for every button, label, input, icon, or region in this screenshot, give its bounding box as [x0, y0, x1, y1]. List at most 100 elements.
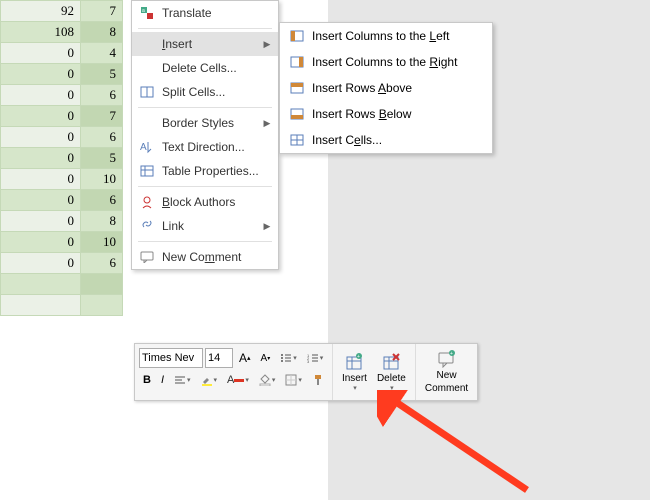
menu-label: Delete Cells...	[162, 61, 272, 75]
submenu-cols-right[interactable]: Insert Columns to the Right	[280, 49, 492, 75]
align-button[interactable]: ▾	[170, 373, 195, 387]
highlight-button[interactable]: ▾	[197, 372, 222, 388]
cell[interactable]: 0	[1, 64, 81, 85]
table-row[interactable]: 1088	[1, 22, 123, 43]
cell[interactable]: 0	[1, 106, 81, 127]
cell[interactable]: 5	[81, 64, 123, 85]
cell[interactable]	[81, 295, 123, 316]
table-row[interactable]: 927	[1, 1, 123, 22]
new-comment-icon: +	[438, 350, 456, 368]
cell[interactable]: 0	[1, 211, 81, 232]
submenu-rows-below[interactable]: Insert Rows Below	[280, 101, 492, 127]
cell[interactable]: 0	[1, 127, 81, 148]
separator	[138, 241, 272, 242]
menu-delete-cells[interactable]: Delete Cells...	[132, 56, 278, 80]
svg-text:a: a	[142, 8, 145, 14]
submenu-arrow-icon: ▶	[262, 39, 272, 50]
mini-toolbar: A▴ A▾ ▾ 123▾ B I ▾ ▾ A▾ ▾ ▾ + Insert ▾ D…	[134, 343, 478, 401]
cell[interactable]: 0	[1, 43, 81, 64]
menu-label: Border Styles	[162, 116, 262, 130]
table-row[interactable]	[1, 295, 123, 316]
data-table[interactable]: 9271088040506070605010060801006	[0, 0, 123, 316]
cell[interactable]: 5	[81, 148, 123, 169]
toolbar-new-comment-button[interactable]: + New Comment	[420, 347, 473, 397]
cell[interactable]: 6	[81, 85, 123, 106]
menu-table-properties[interactable]: Table Properties...	[132, 159, 278, 183]
shading-button[interactable]: ▾	[255, 372, 280, 388]
table-row[interactable]: 06	[1, 253, 123, 274]
cell[interactable]: 4	[81, 43, 123, 64]
font-select[interactable]	[139, 348, 203, 368]
block-authors-icon	[138, 194, 156, 210]
cell[interactable]	[1, 274, 81, 295]
button-label: Comment	[425, 383, 468, 394]
button-label: New	[437, 370, 457, 381]
menu-block-authors[interactable]: Block Authors	[132, 190, 278, 214]
menu-label: Insert	[162, 37, 262, 51]
cell[interactable]	[81, 274, 123, 295]
cell[interactable]: 0	[1, 169, 81, 190]
cell[interactable]: 8	[81, 211, 123, 232]
table-row[interactable]: 06	[1, 85, 123, 106]
cell[interactable]: 6	[81, 127, 123, 148]
blank-icon	[138, 115, 156, 131]
table-row[interactable]: 05	[1, 64, 123, 85]
bullets-button[interactable]: ▾	[276, 351, 301, 365]
insert-cols-left-icon	[288, 28, 306, 44]
dropdown-icon: ▾	[390, 384, 394, 392]
button-label: Delete	[377, 373, 406, 384]
menu-translate[interactable]: a Translate	[132, 1, 278, 25]
cell[interactable]: 0	[1, 85, 81, 106]
grow-font-button[interactable]: A▴	[235, 349, 255, 367]
menu-link[interactable]: Link ▶	[132, 214, 278, 238]
menu-border-styles[interactable]: Border Styles ▶	[132, 111, 278, 135]
cell[interactable]: 10	[81, 232, 123, 253]
context-menu: a Translate Insert ▶ Delete Cells... Spl…	[131, 0, 279, 270]
font-color-button[interactable]: A▾	[223, 372, 253, 388]
table-row[interactable]: 010	[1, 169, 123, 190]
text-direction-icon: A	[138, 139, 156, 155]
table-row[interactable]: 04	[1, 43, 123, 64]
table-row[interactable]: 06	[1, 127, 123, 148]
delete-icon	[382, 353, 400, 371]
menu-new-comment[interactable]: New Comment	[132, 245, 278, 269]
translate-icon: a	[138, 5, 156, 21]
table-row[interactable]: 08	[1, 211, 123, 232]
svg-text:A: A	[140, 142, 147, 153]
menu-text-direction[interactable]: A Text Direction...	[132, 135, 278, 159]
cell[interactable]: 6	[81, 253, 123, 274]
cell[interactable]	[1, 295, 81, 316]
menu-insert[interactable]: Insert ▶	[132, 32, 278, 56]
menu-label: Split Cells...	[162, 85, 272, 99]
numbering-button[interactable]: 123▾	[303, 351, 328, 365]
submenu-rows-above[interactable]: Insert Rows Above	[280, 75, 492, 101]
cell[interactable]: 92	[1, 1, 81, 22]
table-row[interactable]: 05	[1, 148, 123, 169]
italic-button[interactable]: I	[157, 372, 168, 388]
shrink-font-button[interactable]: A▾	[257, 351, 275, 366]
borders-button[interactable]: ▾	[281, 372, 306, 388]
cell[interactable]: 6	[81, 190, 123, 211]
submenu-insert-cells[interactable]: Insert Cells...	[280, 127, 492, 153]
cell[interactable]: 0	[1, 253, 81, 274]
toolbar-insert-button[interactable]: + Insert ▾	[337, 347, 372, 397]
cell[interactable]: 0	[1, 232, 81, 253]
cell[interactable]: 108	[1, 22, 81, 43]
toolbar-delete-button[interactable]: Delete ▾	[372, 347, 411, 397]
svg-text:+: +	[357, 354, 360, 360]
cell[interactable]: 0	[1, 148, 81, 169]
table-row[interactable]: 06	[1, 190, 123, 211]
cell[interactable]: 0	[1, 190, 81, 211]
cell[interactable]: 7	[81, 106, 123, 127]
table-row[interactable]	[1, 274, 123, 295]
format-painter-button[interactable]	[308, 372, 328, 388]
bold-button[interactable]: B	[139, 372, 155, 388]
table-row[interactable]: 010	[1, 232, 123, 253]
menu-split-cells[interactable]: Split Cells...	[132, 80, 278, 104]
table-row[interactable]: 07	[1, 106, 123, 127]
submenu-cols-left[interactable]: Insert Columns to the Left	[280, 23, 492, 49]
cell[interactable]: 8	[81, 22, 123, 43]
cell[interactable]: 7	[81, 1, 123, 22]
font-size-select[interactable]	[205, 348, 233, 368]
cell[interactable]: 10	[81, 169, 123, 190]
